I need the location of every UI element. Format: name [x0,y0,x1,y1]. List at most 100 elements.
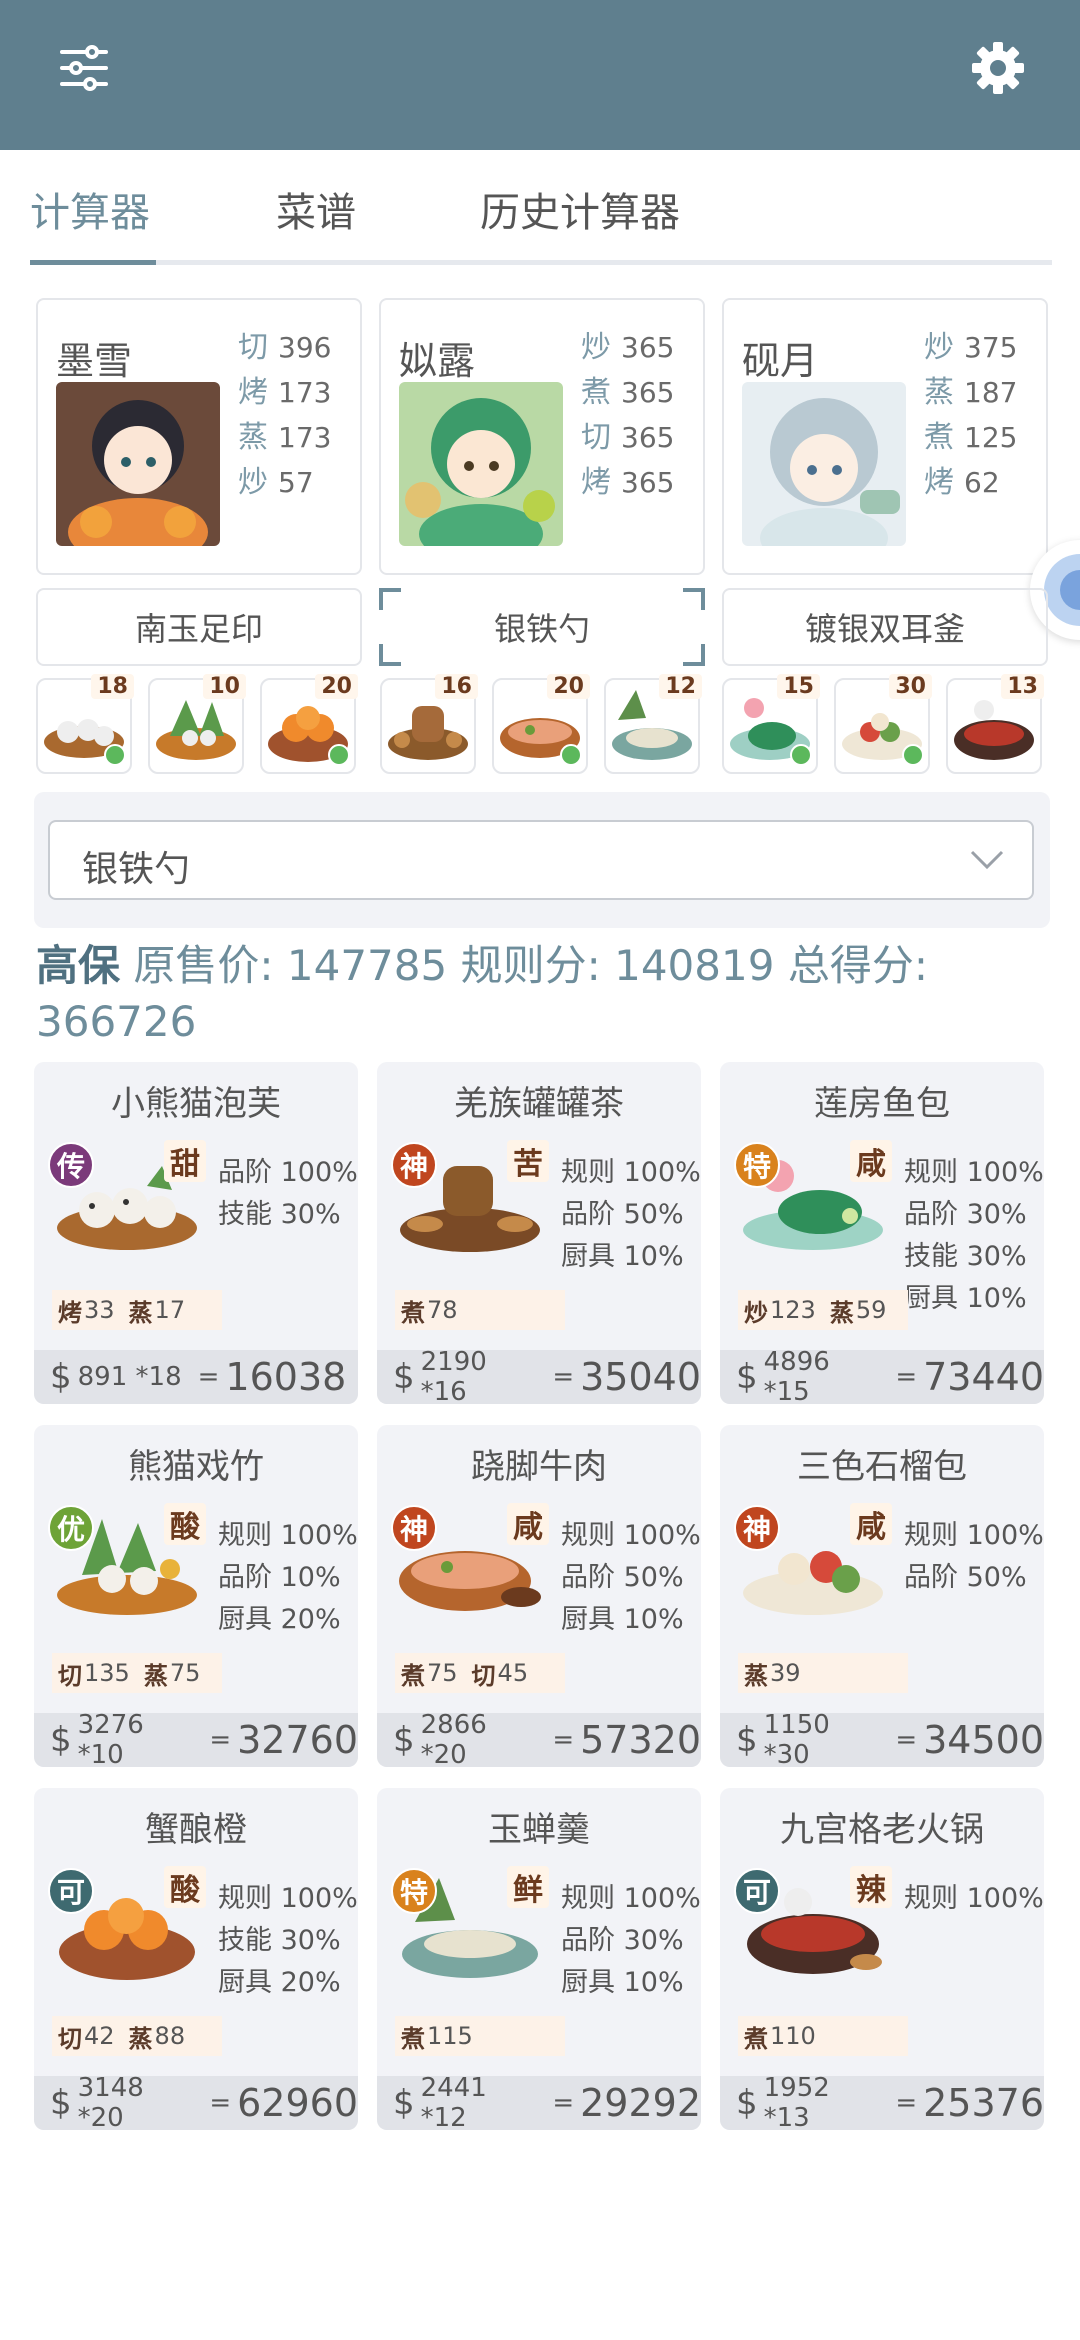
active-tab-indicator [30,260,156,265]
recipe-name: 小熊猫泡芙 [111,1084,281,1124]
recipe-name: 玉蝉羹 [488,1810,590,1850]
skill-requirements: 煮 115 [395,2016,565,2056]
chef-portrait [399,382,563,546]
dish-thumb[interactable]: 13 [946,674,1044,774]
taste-tag: 酸 [164,1503,206,1545]
rank-badge: 神 [391,1142,437,1188]
modifier-text: 规则 100% [904,1883,1044,1914]
modifier-list: 规则 100% 品阶 50% 厨具 10% [561,1515,701,1641]
taste-tag: 苦 [507,1140,549,1182]
price-bar: $2441 *12 = 29292 [377,2073,701,2130]
modifier-list: 品阶 100% 技能 30% [218,1152,358,1236]
recipe-name: 九宫格老火锅 [780,1810,984,1850]
filter-sliders-icon[interactable] [44,28,124,108]
check-icon [902,744,924,766]
chef-stat: 烤 365 [581,465,675,500]
select-value: 银铁勺 [82,849,191,890]
modifier-text: 厨具 10% [561,1967,684,1998]
modifier-text: 厨具 10% [561,1604,684,1635]
tab-recipes[interactable]: 菜谱 [276,180,356,238]
chef-portrait [56,382,220,546]
skill-requirements: 煮 110 [738,2016,908,2056]
dish-thumb[interactable]: 10 [148,674,246,774]
price-bar: $3276 *10 = 32760 [34,1710,358,1767]
selection-corner [683,644,705,666]
dish-count: 13 [1001,674,1044,699]
price-bar: $2866 *20 = 57320 [377,1710,701,1767]
taste-tag: 辣 [850,1866,892,1908]
chef-card-2[interactable]: 姒露 炒 365 煮 365 切 365 烤 365 [379,298,705,575]
modifier-text: 规则 100% [561,1520,701,1551]
recipe-name: 羌族罐罐茶 [454,1084,624,1124]
recipe-card[interactable]: 熊猫戏竹优 酸规则 100% 品阶 10% 厨具 20% 切 135 蒸 75 $3276 *1… [34,1425,358,1767]
dish-count: 30 [889,674,932,699]
modifier-list: 规则 100% 品阶 30% 厨具 10% [561,1878,701,2004]
tool-slot-2[interactable]: 银铁勺 [379,588,705,666]
recipe-card[interactable]: 莲房鱼包特 咸规则 100% 品阶 30% 技能 30% 厨具 10% 炒 123 蒸 59 $4… [720,1062,1044,1404]
dish-count: 20 [547,674,590,699]
tool-slot-3[interactable]: 镀银双耳釜 [722,588,1048,666]
recipe-card[interactable]: 小熊猫泡芙传 甜品阶 100% 技能 30% 烤 33 蒸 17 $891 *18 = 16038 [34,1062,358,1404]
dish-thumb[interactable]: 30 [834,674,932,774]
dish-thumb[interactable]: 12 [604,674,702,774]
modifier-text: 技能 30% [218,1925,341,1956]
modifier-text: 规则 100% [218,1883,358,1914]
rank-badge: 可 [734,1868,780,1914]
chef-stat: 烤 62 [924,465,1000,500]
modifier-text: 厨具 20% [218,1967,341,1998]
recipe-card[interactable]: 三色石榴包神 咸规则 100% 品阶 50% 蒸 39 $1150 *30 = 34500 [720,1425,1044,1767]
modifier-text: 品阶 10% [218,1562,341,1593]
skill-requirements: 蒸 39 [738,1653,908,1693]
chef-card-3[interactable]: 砚月 炒 375 蒸 187 煮 125 烤 62 [722,298,1048,575]
tool-slot-1[interactable]: 南玉足印 [36,588,362,666]
dish-count: 12 [659,674,702,699]
settings-gear-icon[interactable] [958,28,1038,108]
dish-thumb[interactable]: 15 [722,674,820,774]
rank-badge: 神 [734,1505,780,1551]
recipe-name: 熊猫戏竹 [128,1447,264,1487]
tab-history-calculator[interactable]: 历史计算器 [480,180,680,238]
check-icon [790,744,812,766]
recipe-card[interactable]: 玉蝉羹特 鲜规则 100% 品阶 30% 厨具 10% 煮 115 $2441 *12 = 29… [377,1788,701,2130]
dish-thumb[interactable]: 16 [380,674,478,774]
modifier-text: 品阶 30% [904,1199,1027,1230]
recipe-card[interactable]: 羌族罐罐茶神 苦规则 100% 品阶 50% 厨具 10% 煮 78 $2190 *16 = 3… [377,1062,701,1404]
skill-requirements: 烤 33 蒸 17 [52,1290,222,1330]
dish-thumb[interactable]: 20 [260,674,358,774]
recipe-name: 三色石榴包 [797,1447,967,1487]
modifier-text: 厨具 20% [218,1604,341,1635]
rank-badge: 特 [391,1868,437,1914]
chef-stat: 蒸 173 [238,420,332,455]
modifier-text: 品阶 50% [904,1562,1027,1593]
recipe-card[interactable]: 蟹酿橙可 酸规则 100% 技能 30% 厨具 20% 切 42 蒸 88 $3148 *20 =… [34,1788,358,2130]
chef-card-1[interactable]: 墨雪 切 396 烤 173 蒸 173 炒 57 [36,298,362,575]
modifier-text: 厨具 10% [561,1241,684,1272]
modifier-list: 规则 100% 品阶 50% [904,1515,1044,1599]
tool-label: 银铁勺 [493,610,590,648]
taste-tag: 酸 [164,1866,206,1908]
chef-name: 姒露 [399,339,476,383]
tab-calculator[interactable]: 计算器 [30,180,150,238]
price-bar: $4896 *15 = 73440 [720,1347,1044,1404]
check-icon [560,744,582,766]
price-bar: $1952 *13 = 25376 [720,2073,1044,2130]
price-bar: $3148 *20 = 62960 [34,2073,358,2130]
score-summary: 高保 原售价: 147785 规则分: 140819 总得分: 366726 [36,941,928,1046]
taste-tag: 咸 [850,1503,892,1545]
dish-thumb[interactable]: 18 [36,674,134,774]
skill-requirements: 炒 123 蒸 59 [738,1290,908,1330]
rank-badge: 神 [391,1505,437,1551]
check-icon [328,744,350,766]
chef-name: 砚月 [742,339,819,383]
recipe-card[interactable]: 跷脚牛肉神 咸规则 100% 品阶 50% 厨具 10% 煮 75 切 45 $2866 *20… [377,1425,701,1767]
rank-badge: 可 [48,1868,94,1914]
price-bar: $891 *18 = 16038 [34,1350,358,1404]
tool-select-dropdown[interactable]: 银铁勺 [48,820,1034,900]
recipe-card[interactable]: 九宫格老火锅可 辣规则 100% 煮 110 $1952 *13 = 25376 [720,1788,1044,2130]
chef-name: 墨雪 [56,339,133,383]
chef-stat: 炒 365 [581,330,675,365]
chef-stat: 炒 375 [924,330,1018,365]
dish-thumb[interactable]: 20 [492,674,590,774]
skill-requirements: 煮 78 [395,1290,565,1330]
modifier-text: 技能 30% [218,1199,341,1230]
